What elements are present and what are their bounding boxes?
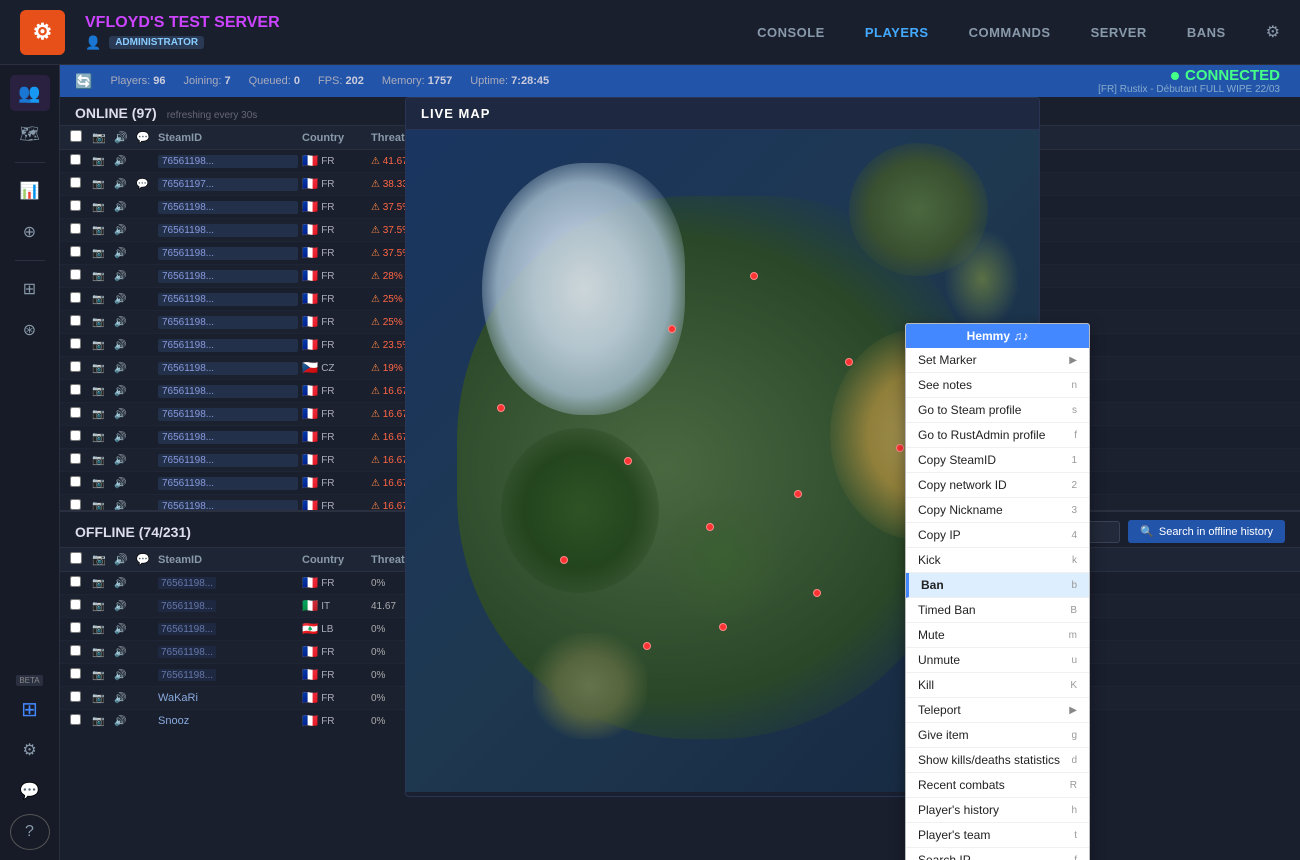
- ctx-search-ip[interactable]: Search IPf: [906, 848, 1089, 860]
- livemap-header: LIVE MAP: [406, 98, 1039, 130]
- sidebar-divider1: [15, 162, 45, 163]
- role-badge: ADMINISTRATOR: [109, 36, 204, 49]
- ctx-player-history[interactable]: Player's historyh: [906, 798, 1089, 823]
- search-offline-button[interactable]: 🔍 Search in offline history: [1128, 520, 1285, 543]
- sidebar-item-settings[interactable]: ⚙: [10, 732, 50, 768]
- sidebar-item-crosshair[interactable]: ⊕: [10, 214, 50, 250]
- ctx-teleport[interactable]: Teleport▶: [906, 698, 1089, 723]
- ctx-set-marker[interactable]: Set Marker▶: [906, 348, 1089, 373]
- sidebar-item-grid[interactable]: ⊞: [10, 271, 50, 307]
- map-dot-2: [750, 272, 758, 280]
- map-dot-6: [794, 490, 802, 498]
- ctx-copy-steamid[interactable]: Copy SteamID1: [906, 448, 1089, 473]
- logo-box: ⚙: [20, 10, 65, 55]
- connected-status: CONNECTED: [1185, 67, 1280, 84]
- nav-players[interactable]: PLAYERS: [865, 25, 929, 40]
- ctx-unmute[interactable]: Unmuteu: [906, 648, 1089, 673]
- online-title: ONLINE (97): [75, 105, 157, 121]
- context-header: Hemmy ♫♪: [906, 324, 1089, 348]
- col-chat-header: 💬: [136, 131, 154, 144]
- connected-dot: [1171, 72, 1179, 80]
- map-dot-5: [706, 523, 714, 531]
- ctx-copy-nickname[interactable]: Copy Nickname3: [906, 498, 1089, 523]
- server-info: VFLOYD'S TEST SERVER 👤 ADMINISTRATOR: [85, 14, 737, 51]
- main-area: 🔄 Players: 96 Joining: 7 Queued: 0 FPS: …: [60, 65, 1300, 860]
- players-label: Players: 96: [110, 75, 165, 87]
- fps-label: FPS: 202: [318, 75, 364, 87]
- map-dot-12: [643, 642, 651, 650]
- nav-console[interactable]: CONSOLE: [757, 25, 825, 40]
- ctx-player-team[interactable]: Player's teamt: [906, 823, 1089, 848]
- map-dot-7: [896, 444, 904, 452]
- offline-title: OFFLINE (74/231): [75, 524, 191, 540]
- beta-label: BETA: [16, 675, 42, 686]
- map-dot-10: [813, 589, 821, 597]
- ctx-copy-network-id[interactable]: Copy network ID2: [906, 473, 1089, 498]
- nav-commands[interactable]: COMMANDS: [969, 25, 1051, 40]
- ctx-see-notes[interactable]: See notesn: [906, 373, 1089, 398]
- status-bar: 🔄 Players: 96 Joining: 7 Queued: 0 FPS: …: [60, 65, 1300, 97]
- ctx-give-item[interactable]: Give itemg: [906, 723, 1089, 748]
- map-dot-1: [668, 325, 676, 333]
- uptime-label: Uptime: 7:28:45: [470, 75, 549, 87]
- joining-label: Joining: 7: [184, 75, 231, 87]
- offline-select-all[interactable]: [70, 552, 82, 564]
- off-country-header[interactable]: Country: [302, 554, 367, 566]
- sidebar-item-discord[interactable]: 💬: [10, 773, 50, 809]
- search-icon: 🔍: [1140, 525, 1154, 538]
- nav-links: CONSOLE PLAYERS COMMANDS SERVER BANS ⚙: [757, 22, 1280, 42]
- sidebar: 👥 🗺 📊 ⊕ ⊞ ⊛ BETA ⊞ ⚙ 💬 ?: [0, 65, 60, 860]
- nav-bans[interactable]: BANS: [1187, 25, 1226, 40]
- ctx-kill[interactable]: KillK: [906, 673, 1089, 698]
- logo-icon: ⚙: [33, 19, 53, 45]
- sidebar-item-monitor[interactable]: 📊: [10, 173, 50, 209]
- map-dot-4: [624, 457, 632, 465]
- col-cam-header: 📷: [92, 131, 110, 144]
- ctx-ban[interactable]: Banb: [906, 573, 1089, 598]
- map-dot-3: [845, 358, 853, 366]
- ctx-timed-ban[interactable]: Timed BanB: [906, 598, 1089, 623]
- queued-label: Queued: 0: [249, 75, 300, 87]
- status-icon: 🔄: [75, 73, 92, 90]
- sidebar-item-help[interactable]: ?: [10, 814, 50, 850]
- ctx-kick[interactable]: Kickk: [906, 548, 1089, 573]
- ctx-steam-profile[interactable]: Go to Steam profiles: [906, 398, 1089, 423]
- sidebar-item-map[interactable]: 🗺: [10, 116, 50, 152]
- ctx-mute[interactable]: Mutem: [906, 623, 1089, 648]
- refresh-text: refreshing every 30s: [167, 110, 258, 121]
- sidebar-divider2: [15, 260, 45, 261]
- ctx-kills-stats[interactable]: Show kills/deaths statisticsd: [906, 748, 1089, 773]
- server-label: [FR] Rustix - Débutant FULL WIPE 22/03: [1098, 84, 1280, 95]
- ctx-copy-ip[interactable]: Copy IP4: [906, 523, 1089, 548]
- col-vol-header: 🔊: [114, 131, 132, 144]
- map-dot-8: [560, 556, 568, 564]
- sidebar-item-layers[interactable]: ⊛: [10, 312, 50, 348]
- sidebar-item-beta-grid[interactable]: ⊞: [10, 691, 50, 727]
- ctx-recent-combats[interactable]: Recent combatsR: [906, 773, 1089, 798]
- context-menu: Hemmy ♫♪ Set Marker▶ See notesn Go to St…: [905, 323, 1090, 860]
- admin-icon: 👤: [85, 35, 101, 51]
- nav-server[interactable]: SERVER: [1091, 25, 1147, 40]
- map-dot-9: [719, 623, 727, 631]
- off-steamid-header[interactable]: SteamID: [158, 554, 298, 566]
- server-name: VFLOYD'S TEST SERVER: [85, 14, 737, 32]
- sidebar-item-players[interactable]: 👥: [10, 75, 50, 111]
- topnav: ⚙ VFLOYD'S TEST SERVER 👤 ADMINISTRATOR C…: [0, 0, 1300, 65]
- country-header[interactable]: Country: [302, 132, 367, 144]
- select-all-checkbox[interactable]: [70, 130, 82, 142]
- memory-label: Memory: 1757: [382, 75, 452, 87]
- map-dot-11: [497, 404, 505, 412]
- share-icon[interactable]: ⚙: [1266, 22, 1280, 42]
- steamid-header[interactable]: SteamID: [158, 132, 298, 144]
- ctx-rustadmin-profile[interactable]: Go to RustAdmin profilef: [906, 423, 1089, 448]
